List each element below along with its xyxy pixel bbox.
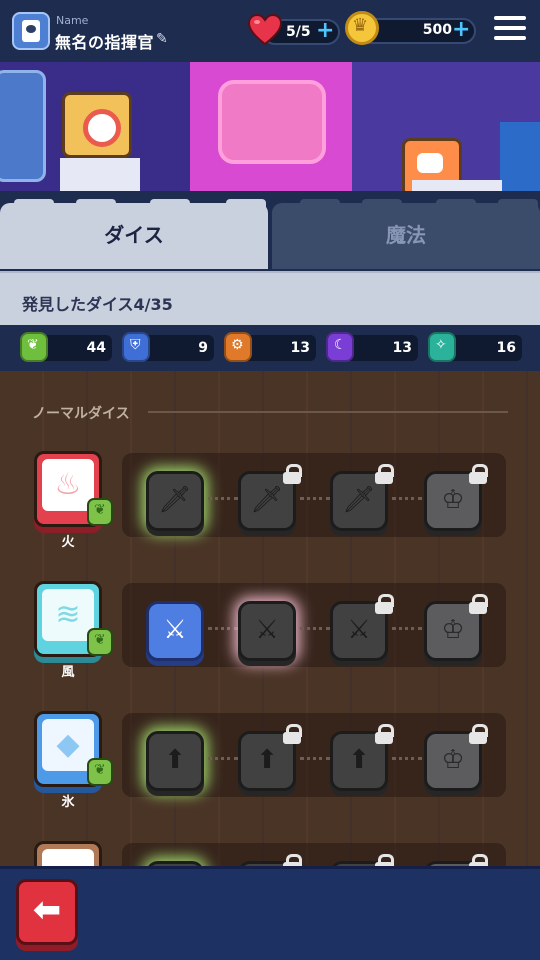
hearts-value: 5/5 — [286, 24, 311, 40]
lock-icon — [469, 464, 488, 484]
skill-crown[interactable]: ♔ — [424, 724, 488, 791]
die-name: 氷 — [61, 795, 75, 810]
resource-moon: ☾ 13 — [326, 332, 418, 362]
heart-icon — [248, 14, 282, 46]
skill-sword-1[interactable]: 🗡 — [146, 471, 204, 531]
skill-wind-sword-3[interactable]: ⚔ — [330, 594, 394, 661]
die-name: 火 — [61, 535, 75, 550]
skill-sword-2[interactable]: 🗡 — [238, 464, 302, 531]
dice-row-partial — [0, 835, 540, 866]
avatar[interactable] — [12, 12, 50, 50]
next-die[interactable] — [34, 841, 102, 866]
back-button[interactable]: ⬅ — [16, 879, 78, 945]
resource-shield-value: 9 — [198, 340, 208, 356]
lock-icon — [283, 854, 302, 866]
skill-wind-sword-2[interactable]: ⚔ — [238, 601, 296, 661]
gold-value: 500 — [422, 22, 452, 38]
skill-arrow-up-3[interactable]: ⬆ — [330, 724, 394, 791]
skill-crown[interactable]: ♔ — [424, 464, 488, 531]
gear-icon: ⚙ — [224, 332, 252, 362]
sword-icon: 🗡 — [158, 485, 192, 515]
lock-icon — [283, 464, 302, 484]
skill-track: ⚔ ⚔ ⚔ ♔ — [122, 583, 506, 667]
resource-compass: ✧ 16 — [428, 332, 522, 362]
tab-magic[interactable]: 魔法 — [272, 203, 540, 269]
arrow-up-icon: ⬆ — [164, 745, 186, 775]
bottom-bar: ⬅ — [0, 866, 540, 960]
found-dice-bar: 発見したダイス4/35 — [0, 271, 540, 325]
skill-track — [122, 843, 506, 866]
resource-gear-value: 13 — [290, 340, 310, 356]
found-dice-count: 発見したダイス4/35 — [22, 295, 173, 314]
wind-sword-icon: ⚔ — [255, 615, 279, 645]
resource-leaf: ❦ 44 — [20, 332, 112, 362]
banner-illustration — [0, 62, 540, 194]
specimen-jar-icon — [0, 70, 46, 182]
section-title: ノーマルダイス — [32, 406, 130, 422]
lock-icon — [375, 724, 394, 744]
shield-icon: ⛨ — [122, 332, 150, 362]
lock-icon — [283, 724, 302, 744]
ice-die[interactable]: ◆ — [34, 711, 113, 787]
leaf-badge-icon — [87, 758, 113, 786]
top-bar: Name 無名の指揮官 ✎ 5/5 + 500 + — [0, 0, 540, 62]
add-hearts-button[interactable]: + — [316, 20, 334, 42]
compass-icon: ✧ — [428, 332, 456, 362]
lock-icon — [469, 724, 488, 744]
resource-strip: ❦ 44 ⛨ 9 ⚙ 13 ☾ 13 ✧ 16 — [0, 325, 540, 371]
lock-icon — [375, 854, 394, 866]
resource-gear: ⚙ 13 — [224, 332, 316, 362]
dice-row-fire: ♨ 火 🗡 🗡 🗡 ♔ — [0, 445, 540, 555]
resource-shield: ⛨ 9 — [122, 332, 214, 362]
moon-icon: ☾ — [326, 332, 354, 362]
glowing-screen-icon — [218, 80, 326, 164]
fire-die[interactable]: ♨ — [34, 451, 113, 527]
lock-icon — [375, 594, 394, 614]
player-name: 無名の指揮官 — [55, 33, 155, 52]
die-name: 風 — [61, 665, 75, 680]
leaf-icon: ❦ — [20, 332, 48, 362]
wind-sword-icon: ⚔ — [163, 615, 187, 645]
tab-dice[interactable]: ダイス — [0, 203, 268, 269]
resource-leaf-value: 44 — [86, 340, 106, 356]
lock-icon — [375, 464, 394, 484]
skill-arrow-up-2[interactable]: ⬆ — [238, 724, 302, 791]
leaf-badge-icon — [87, 628, 113, 656]
skill-track: ⬆ ⬆ ⬆ ♔ — [122, 713, 506, 797]
lock-icon — [469, 594, 488, 614]
menu-icon[interactable] — [494, 16, 526, 46]
tv-robot-character — [62, 92, 132, 158]
resource-moon-value: 13 — [392, 340, 412, 356]
skill-crown[interactable]: ♔ — [424, 594, 488, 661]
resource-compass-value: 16 — [496, 340, 516, 356]
wind-die[interactable]: ≋ — [34, 581, 113, 657]
skill-arrow-up-1[interactable]: ⬆ — [146, 731, 204, 791]
dice-row-wind: ≋ 風 ⚔ ⚔ ⚔ ♔ — [0, 575, 540, 685]
skill-sword-3[interactable]: 🗡 — [330, 464, 394, 531]
lock-icon — [469, 854, 488, 866]
dice-collection-panel[interactable]: ノーマルダイス ♨ 火 🗡 🗡 🗡 ♔ ≋ 風 ⚔ ⚔ — [0, 371, 540, 866]
pencil-icon[interactable]: ✎ — [156, 31, 168, 47]
back-arrow-icon: ⬅ — [32, 890, 62, 930]
crown-coin-icon — [345, 11, 379, 45]
tab-bar: ダイス 魔法 — [0, 199, 540, 271]
add-gold-button[interactable]: + — [452, 19, 470, 41]
dice-row-ice: ◆ 氷 ⬆ ⬆ ⬆ ♔ — [0, 705, 540, 815]
avatar-icon — [22, 20, 40, 42]
skill-wind-sword-1[interactable]: ⚔ — [146, 601, 204, 661]
name-label: Name — [56, 14, 89, 27]
skill-track: 🗡 🗡 🗡 ♔ — [122, 453, 506, 537]
leaf-badge-icon — [87, 498, 113, 526]
